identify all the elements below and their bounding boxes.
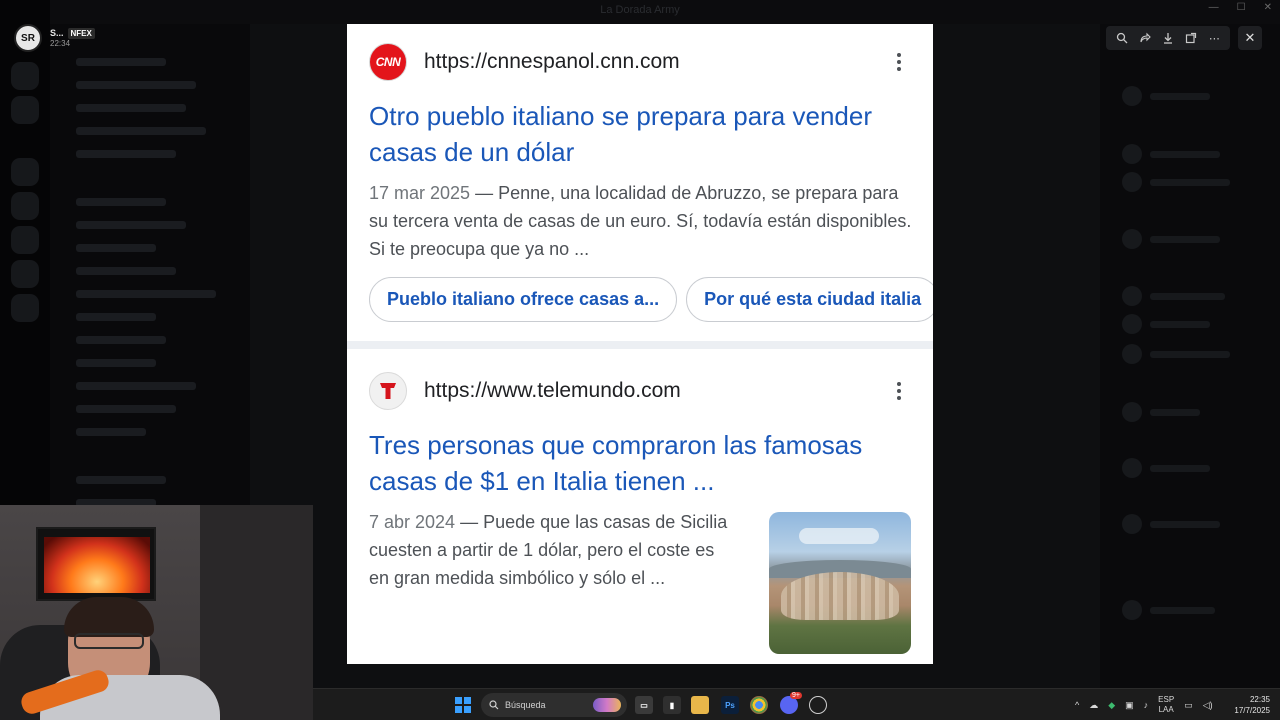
zoom-in-icon[interactable] <box>1114 30 1130 46</box>
window-controls: — ☐ ✕ <box>1209 2 1272 13</box>
clock-date: 17/7/2025 <box>1234 706 1270 715</box>
search-placeholder: Búsqueda <box>505 700 546 710</box>
file-explorer-icon[interactable] <box>691 696 709 714</box>
microphone-icon[interactable]: ♪ <box>1144 700 1149 710</box>
result-date: 17 mar 2025 <box>369 183 471 203</box>
related-chip[interactable]: Por qué esta ciudad italia <box>686 277 933 322</box>
stream-name: S... <box>50 27 64 38</box>
clock-time: 22:35 <box>1249 695 1270 704</box>
tray-app-icon[interactable]: ◆ <box>1108 700 1115 711</box>
result-header: https://www.telemundo.com <box>369 372 909 410</box>
taskbar-search[interactable]: Búsqueda <box>481 693 627 717</box>
server-icon[interactable] <box>11 192 39 220</box>
close-window-icon[interactable]: ✕ <box>1264 2 1272 13</box>
server-icon[interactable] <box>11 96 39 124</box>
webcam-overlay <box>0 505 313 720</box>
stream-tag: NFEX <box>67 27 95 39</box>
close-viewer-button[interactable]: ✕ <box>1238 26 1262 50</box>
result-header: CNN https://cnnespanol.cnn.com <box>369 43 909 81</box>
telemundo-favicon-icon <box>369 372 407 410</box>
app-icon[interactable] <box>809 696 827 714</box>
task-view-icon[interactable]: ▭ <box>635 696 653 714</box>
search-result: CNN https://cnnespanol.cnn.com Otro pueb… <box>347 24 933 341</box>
clock[interactable]: 22:35 17/7/2025 <box>1234 694 1270 716</box>
result-snippet: 17 mar 2025 — Penne, una localidad de Ab… <box>369 179 914 263</box>
more-options-icon[interactable] <box>889 379 909 403</box>
avatar[interactable]: SR <box>14 24 42 52</box>
chrome-icon[interactable] <box>750 696 768 714</box>
site-url[interactable]: https://www.telemundo.com <box>424 379 681 403</box>
search-highlight-icon <box>593 698 621 712</box>
windows-start-icon[interactable] <box>455 697 471 713</box>
chevron-up-icon[interactable]: ^ <box>1075 700 1079 710</box>
open-external-icon[interactable] <box>1183 30 1199 46</box>
site-url[interactable]: https://cnnespanol.cnn.com <box>424 50 680 74</box>
discord-badge: 9+ <box>790 692 802 699</box>
viewer-toolbar: ⋯ <box>1106 26 1230 50</box>
server-icon[interactable] <box>11 260 39 288</box>
related-chips: Pueblo italiano ofrece casas a... Por qu… <box>369 277 933 323</box>
server-icon[interactable] <box>11 62 39 90</box>
result-divider <box>347 341 933 349</box>
server-icon[interactable] <box>11 158 39 186</box>
volume-icon[interactable]: ◁) <box>1203 700 1213 711</box>
language-indicator[interactable]: ESP LAA <box>1158 695 1174 715</box>
share-icon[interactable] <box>1137 30 1153 46</box>
more-icon[interactable]: ⋯ <box>1206 30 1222 46</box>
download-icon[interactable] <box>1160 30 1176 46</box>
server-icon[interactable] <box>11 294 39 322</box>
tray-app-icon[interactable]: ▣ <box>1125 700 1134 711</box>
taskbar: Búsqueda ▭ ▮ Ps 9+ ^ ☁ ◆ ▣ ♪ ESP LAA ▭ ◁… <box>313 688 1280 720</box>
minimize-icon[interactable]: — <box>1209 2 1219 13</box>
server-icon[interactable] <box>11 226 39 254</box>
system-tray: ^ ☁ ◆ ▣ ♪ ESP LAA ▭ ◁) <box>1075 689 1213 720</box>
cnn-favicon-icon: CNN <box>369 43 407 81</box>
photoshop-icon[interactable]: Ps <box>721 696 739 714</box>
window-title: La Dorada Army <box>600 4 680 16</box>
result-title[interactable]: Otro pueblo italiano se prepara para ven… <box>369 98 914 170</box>
search-results-panel: CNN https://cnnespanol.cnn.com Otro pueb… <box>347 24 933 664</box>
result-snippet: 7 abr 2024 — Puede que las casas de Sici… <box>369 508 739 592</box>
keyboard-layout: LAA <box>1158 705 1174 714</box>
search-icon <box>489 700 499 710</box>
screen: La Dorada Army — ☐ ✕ SR S... NFEX 22:34 ⋯… <box>0 0 1280 720</box>
stream-badge: SR S... NFEX 22:34 <box>14 24 95 52</box>
maximize-icon[interactable]: ☐ <box>1237 2 1246 13</box>
result-date: 7 abr 2024 <box>369 512 456 532</box>
more-options-icon[interactable] <box>889 50 909 74</box>
member-list <box>1100 24 1280 688</box>
result-title[interactable]: Tres personas que compraron las famosas … <box>369 427 914 499</box>
app-icon[interactable]: ▮ <box>663 696 681 714</box>
network-icon[interactable]: ▭ <box>1184 700 1193 711</box>
stream-time: 22:34 <box>50 38 71 48</box>
result-thumbnail[interactable] <box>769 512 911 654</box>
cloud-icon[interactable]: ☁ <box>1089 700 1098 711</box>
language-code: ESP <box>1158 695 1175 704</box>
related-chip[interactable]: Pueblo italiano ofrece casas a... <box>369 277 678 322</box>
